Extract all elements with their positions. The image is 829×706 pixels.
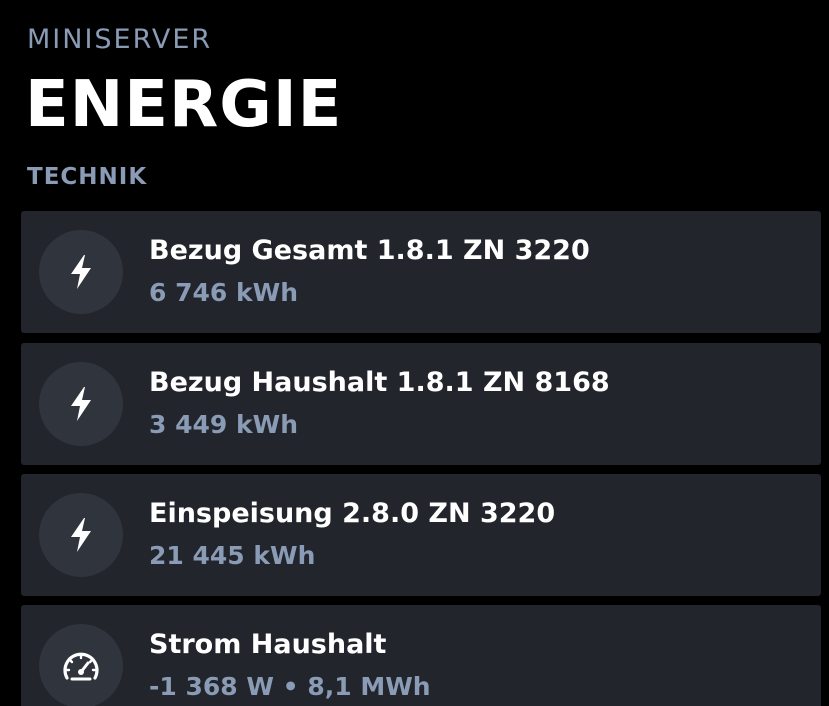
card-value: 6 746 kWh (149, 278, 298, 307)
card-value: 3 449 kWh (149, 410, 298, 439)
lightning-bolt-icon (39, 493, 123, 577)
speedometer-icon (39, 624, 123, 706)
lightning-bolt-icon (39, 362, 123, 446)
energy-card-bezug-gesamt[interactable]: Bezug Gesamt 1.8.1 ZN 3220 6 746 kWh (21, 211, 821, 333)
lightning-bolt-icon (39, 230, 123, 314)
energy-card-bezug-haushalt[interactable]: Bezug Haushalt 1.8.1 ZN 8168 3 449 kWh (21, 343, 821, 465)
card-title: Strom Haushalt (149, 629, 387, 660)
miniserver-label: MINISERVER (27, 24, 213, 55)
card-title: Bezug Gesamt 1.8.1 ZN 3220 (149, 235, 590, 266)
section-header: TECHNIK (27, 164, 148, 190)
card-value: -1 368 W • 8,1 MWh (149, 672, 431, 701)
card-title: Einspeisung 2.8.0 ZN 3220 (149, 498, 556, 529)
energy-card-einspeisung[interactable]: Einspeisung 2.8.0 ZN 3220 21 445 kWh (21, 474, 821, 596)
page-title: ENERGIE (25, 68, 343, 142)
energy-card-strom-haushalt[interactable]: Strom Haushalt -1 368 W • 8,1 MWh (21, 605, 821, 706)
card-title: Bezug Haushalt 1.8.1 ZN 8168 (149, 367, 610, 398)
card-value: 21 445 kWh (149, 541, 316, 570)
energy-page: MINISERVER ENERGIE TECHNIK Bezug Gesamt … (0, 0, 829, 706)
